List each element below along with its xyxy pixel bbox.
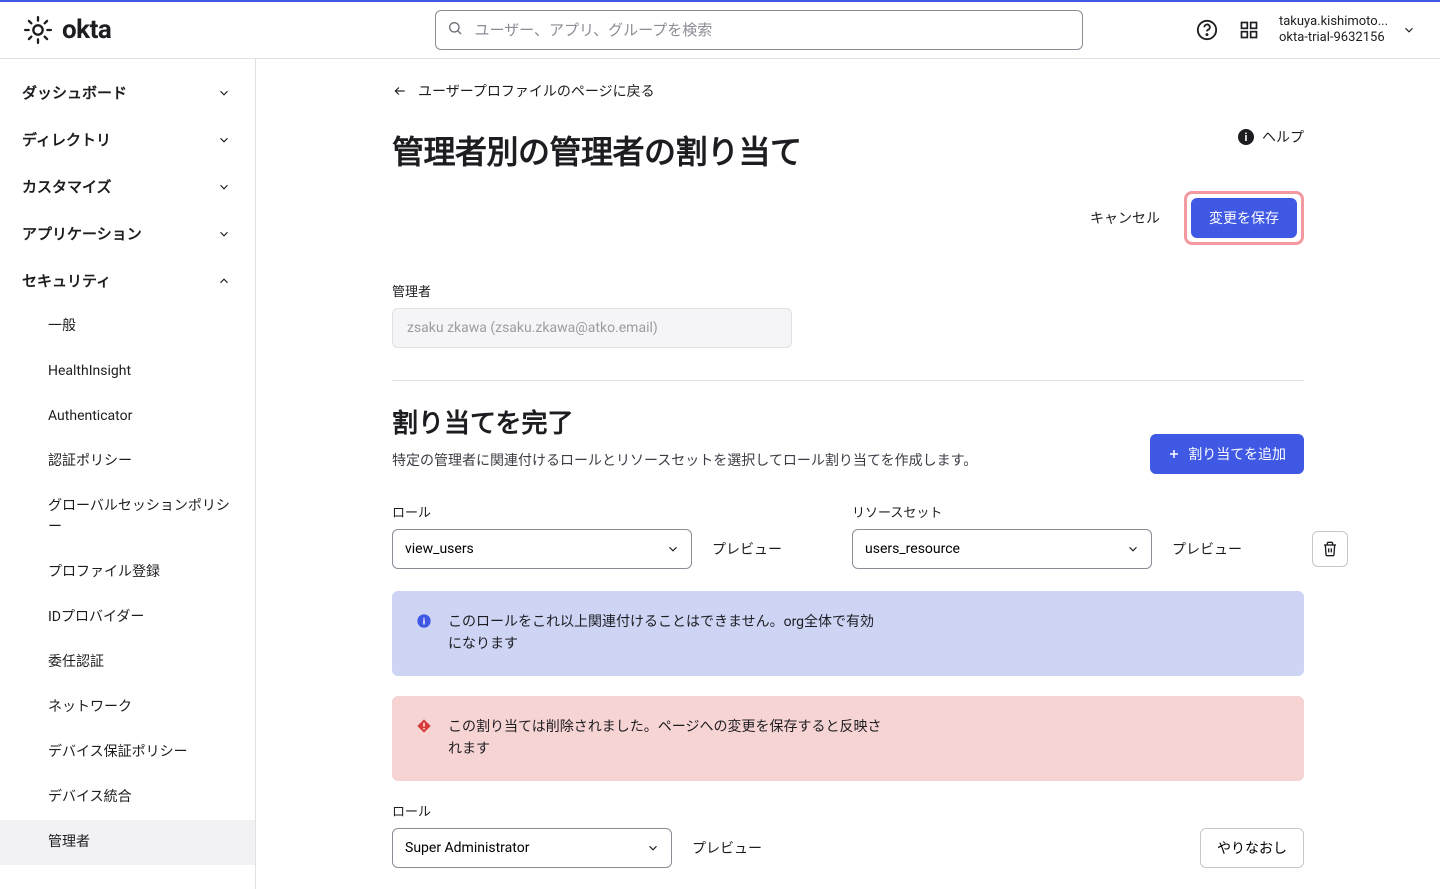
error-icon [416, 718, 432, 761]
page-title: 管理者別の管理者の割り当て [392, 127, 802, 173]
arrow-left-icon [392, 84, 408, 98]
add-button-label: 割り当てを追加 [1188, 444, 1286, 464]
org-name: okta-trial-9632156 [1279, 30, 1388, 46]
plus-icon [1168, 448, 1180, 460]
sidebar-sub-delegatedauth[interactable]: 委任認証 [0, 640, 255, 685]
preview-link-2[interactable]: プレビュー [1172, 539, 1292, 569]
back-link[interactable]: ユーザープロファイルのページに戻る [392, 81, 1304, 101]
sidebar-sub-globalsession[interactable]: グローバルセッションポリシー [0, 484, 255, 550]
info-icon: i [1238, 129, 1254, 145]
resource-label: リソースセット [852, 502, 1152, 521]
info-alert-text: このロールをこれ以上関連付けることはできません。org全体で有効になります [448, 611, 888, 656]
help-icon[interactable] [1195, 18, 1219, 42]
info-icon: i [416, 613, 432, 656]
save-button[interactable]: 変更を保存 [1191, 198, 1297, 238]
redo-button[interactable]: やりなおし [1200, 828, 1304, 868]
chevron-down-icon [217, 180, 231, 194]
sidebar-sub-deviceassurance[interactable]: デバイス保証ポリシー [0, 730, 255, 775]
sidebar-item-directory[interactable]: ディレクトリ [0, 116, 255, 163]
cancel-button[interactable]: キャンセル [1080, 200, 1170, 236]
okta-wordmark: okta [62, 15, 111, 45]
user-menu[interactable]: takuya.kishimoto... okta-trial-9632156 [1279, 14, 1416, 47]
sidebar-sub-healthinsight[interactable]: HealthInsight [0, 349, 255, 394]
sidebar-item-dashboard[interactable]: ダッシュボード [0, 69, 255, 116]
back-link-label: ユーザープロファイルのページに戻る [418, 81, 655, 101]
sidebar-sub-network[interactable]: ネットワーク [0, 685, 255, 730]
error-alert: この割り当ては削除されました。ページへの変更を保存すると反映されます [392, 696, 1304, 781]
role-label: ロール [392, 502, 692, 521]
admin-field-label: 管理者 [392, 281, 1304, 300]
sidebar-sub-admins[interactable]: 管理者 [0, 820, 255, 865]
logo[interactable]: okta [24, 15, 324, 45]
resource-select-1[interactable]: users_resource [852, 529, 1152, 569]
preview-link-1[interactable]: プレビュー [712, 539, 832, 569]
role-select-2[interactable]: Super Administrator [392, 828, 672, 868]
sidebar-item-applications[interactable]: アプリケーション [0, 210, 255, 257]
apps-icon[interactable] [1237, 18, 1261, 42]
sidebar-sub-profileenroll[interactable]: プロファイル登録 [0, 550, 255, 595]
sidebar-sub-deviceintegration[interactable]: デバイス統合 [0, 775, 255, 820]
help-label: ヘルプ [1262, 127, 1304, 147]
admin-input [392, 308, 792, 348]
chevron-down-icon [217, 86, 231, 100]
sidebar-item-customize[interactable]: カスタマイズ [0, 163, 255, 210]
role-label-2: ロール [392, 801, 672, 820]
chevron-up-icon [217, 274, 231, 288]
global-search [435, 10, 1083, 50]
add-assignment-button[interactable]: 割り当てを追加 [1150, 434, 1304, 474]
sidebar-item-security[interactable]: セキュリティ [0, 257, 255, 304]
search-icon [447, 20, 463, 40]
info-alert: i このロールをこれ以上関連付けることはできません。org全体で有効になります [392, 591, 1304, 676]
chevron-down-icon [217, 133, 231, 147]
main-content: ユーザープロファイルのページに戻る 管理者別の管理者の割り当て i ヘルプ キャ… [256, 59, 1440, 889]
role-select-1[interactable]: view_users [392, 529, 692, 569]
sidebar-sub-general[interactable]: 一般 [0, 304, 255, 349]
save-highlight: 変更を保存 [1184, 191, 1304, 245]
sidebar-sub-authenticator[interactable]: Authenticator [0, 394, 255, 439]
divider [392, 380, 1304, 381]
sidebar: ダッシュボード ディレクトリ カスタマイズ アプリケーション セキュリティ 一般… [0, 59, 256, 889]
search-input[interactable] [435, 10, 1083, 50]
preview-link-3[interactable]: プレビュー [692, 838, 1180, 868]
sidebar-sub-idprovider[interactable]: IDプロバイダー [0, 595, 255, 640]
svg-text:i: i [423, 616, 425, 627]
delete-button[interactable] [1312, 531, 1348, 567]
chevron-down-icon [1402, 23, 1416, 37]
help-link[interactable]: i ヘルプ [1238, 127, 1304, 147]
user-name: takuya.kishimoto... [1279, 14, 1388, 30]
chevron-down-icon [217, 227, 231, 241]
topbar: okta takuya.kishimoto... okta-trial-9632… [0, 0, 1440, 59]
error-alert-text: この割り当ては削除されました。ページへの変更を保存すると反映されます [448, 716, 888, 761]
sidebar-sub-authpolicy[interactable]: 認証ポリシー [0, 439, 255, 484]
trash-icon [1322, 541, 1338, 557]
okta-sun-icon [24, 16, 52, 44]
